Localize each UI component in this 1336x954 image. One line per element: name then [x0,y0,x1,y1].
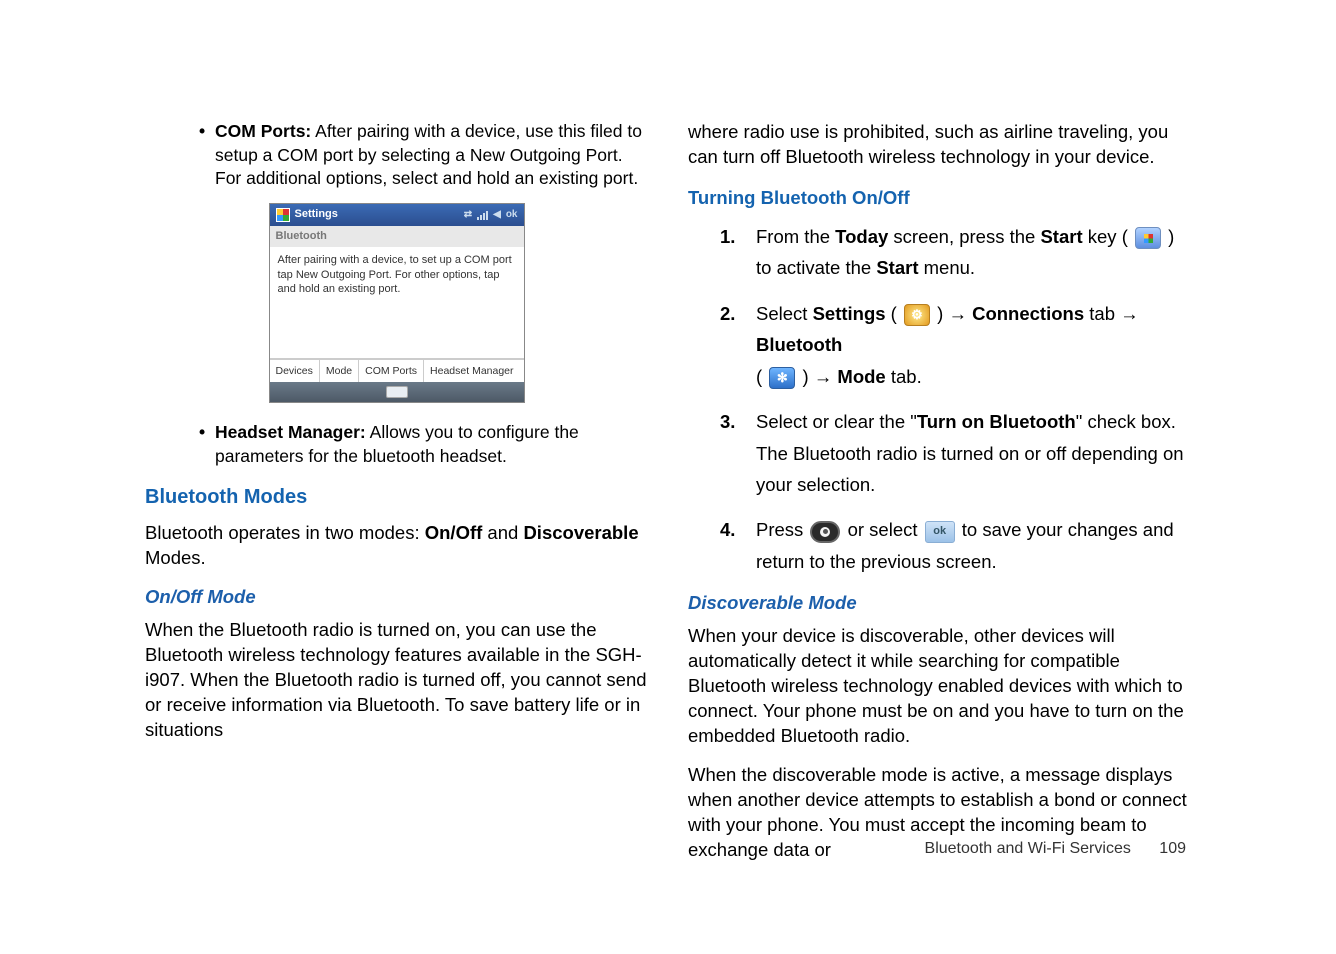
modes-post: Modes. [145,547,206,568]
s2-p1: ( [886,303,902,324]
discoverable-mode-heading: Discoverable Mode [688,591,1191,616]
wm-window: Settings ⇄ ◀ ok Bluetooth After pairing … [269,203,525,403]
continuation-paragraph: where radio use is prohibited, such as a… [688,120,1191,170]
step-2-num: 2. [720,298,735,329]
s3-pre: Select or clear the " [756,411,917,432]
s1-post: menu. [918,257,975,278]
wm-tab-mode: Mode [320,360,359,382]
home-button-icon [810,521,840,543]
step-4: 4. Press or select ok to save your chang… [688,514,1191,577]
wm-tab-devices: Devices [270,360,320,382]
modes-mid: and [482,522,523,543]
wm-tab-comports: COM Ports [359,360,424,382]
left-column: COM Ports: After pairing with a device, … [145,120,648,863]
s2-l2c: tab. [886,366,922,387]
s1-b1: Today [835,226,888,247]
arrow-3: → [814,366,838,387]
wm-tab-headset: Headset Manager [424,360,519,382]
bullet-headset-manager: Headset Manager: Allows you to configure… [145,421,648,468]
right-column: where radio use is prohibited, such as a… [688,120,1191,863]
s2-l2a: ( [756,366,767,387]
wm-subheader: Bluetooth [270,226,524,247]
windows-flag-icon [276,208,290,222]
s2-b3: Bluetooth [756,334,842,355]
wm-bottom-bar [270,382,524,402]
speaker-icon: ◀ [493,208,501,222]
s3-b1: Turn on Bluetooth [917,411,1076,432]
step-3-num: 3. [720,406,735,437]
connectivity-icon: ⇄ [464,208,472,222]
page-footer: Bluetooth and Wi-Fi Services 109 [925,840,1186,858]
modes-b1: On/Off [425,522,483,543]
step-3: 3. Select or clear the "Turn on Bluetoot… [688,406,1191,500]
arrow-1: → [948,303,972,324]
onoff-paragraph: When the Bluetooth radio is turned on, y… [145,618,648,743]
wm-status-icons: ⇄ ◀ ok [464,208,518,222]
settings-icon: ⚙ [904,304,930,326]
steps-list: 1. From the Today screen, press the Star… [688,221,1191,577]
modes-pre: Bluetooth operates in two modes: [145,522,425,543]
s2-pre: Select [756,303,813,324]
modes-paragraph: Bluetooth operates in two modes: On/Off … [145,521,648,571]
bullet-list-1: COM Ports: After pairing with a device, … [145,120,648,191]
bullet-com-ports: COM Ports: After pairing with a device, … [145,120,648,191]
bullet-headset-label: Headset Manager: [215,422,366,442]
embedded-screenshot: Settings ⇄ ◀ ok Bluetooth After pairing … [145,203,648,403]
bluetooth-modes-heading: Bluetooth Modes [145,484,648,511]
ok-button-icon: ok [925,521,955,543]
s2-b1: Settings [813,303,886,324]
s1-b3: Start [876,257,918,278]
wm-title-text: Settings [295,207,338,222]
keyboard-icon [386,386,408,398]
wm-titlebar: Settings ⇄ ◀ ok [270,204,524,226]
bullet-list-2: Headset Manager: Allows you to configure… [145,421,648,468]
s1-mid2: key ( [1083,226,1133,247]
s2-p1b: ) [932,303,948,324]
onoff-mode-heading: On/Off Mode [145,585,648,610]
step-1: 1. From the Today screen, press the Star… [688,221,1191,284]
footer-section: Bluetooth and Wi-Fi Services [925,840,1131,857]
footer-page-number: 109 [1159,840,1186,857]
wm-tabs: Devices Mode COM Ports Headset Manager [270,359,524,382]
s1-b2: Start [1040,226,1082,247]
step-1-num: 1. [720,221,735,252]
s1-pre: From the [756,226,835,247]
s2-t1: tab [1084,303,1120,324]
arrow-2: → [1120,303,1139,324]
signal-icon [477,210,488,220]
s1-mid1: screen, press the [888,226,1040,247]
step-2: 2. Select Settings ( ⚙ ) → Connections t… [688,298,1191,392]
s2-l2b: ) [797,366,813,387]
start-key-icon [1135,227,1161,249]
turning-bt-heading: Turning Bluetooth On/Off [688,186,1191,211]
bluetooth-icon: ✻ [769,367,795,389]
step-4-num: 4. [720,514,735,545]
wm-body-text: After pairing with a device, to set up a… [270,247,524,359]
bullet-com-ports-label: COM Ports: [215,121,311,141]
s2-b4: Mode [837,366,885,387]
s2-b2: Connections [972,303,1084,324]
s4-pre: Press [756,519,808,540]
discoverable-p1: When your device is discoverable, other … [688,624,1191,749]
s4-mid: or select [842,519,922,540]
modes-b2: Discoverable [523,522,638,543]
wm-ok-label: ok [506,208,518,222]
